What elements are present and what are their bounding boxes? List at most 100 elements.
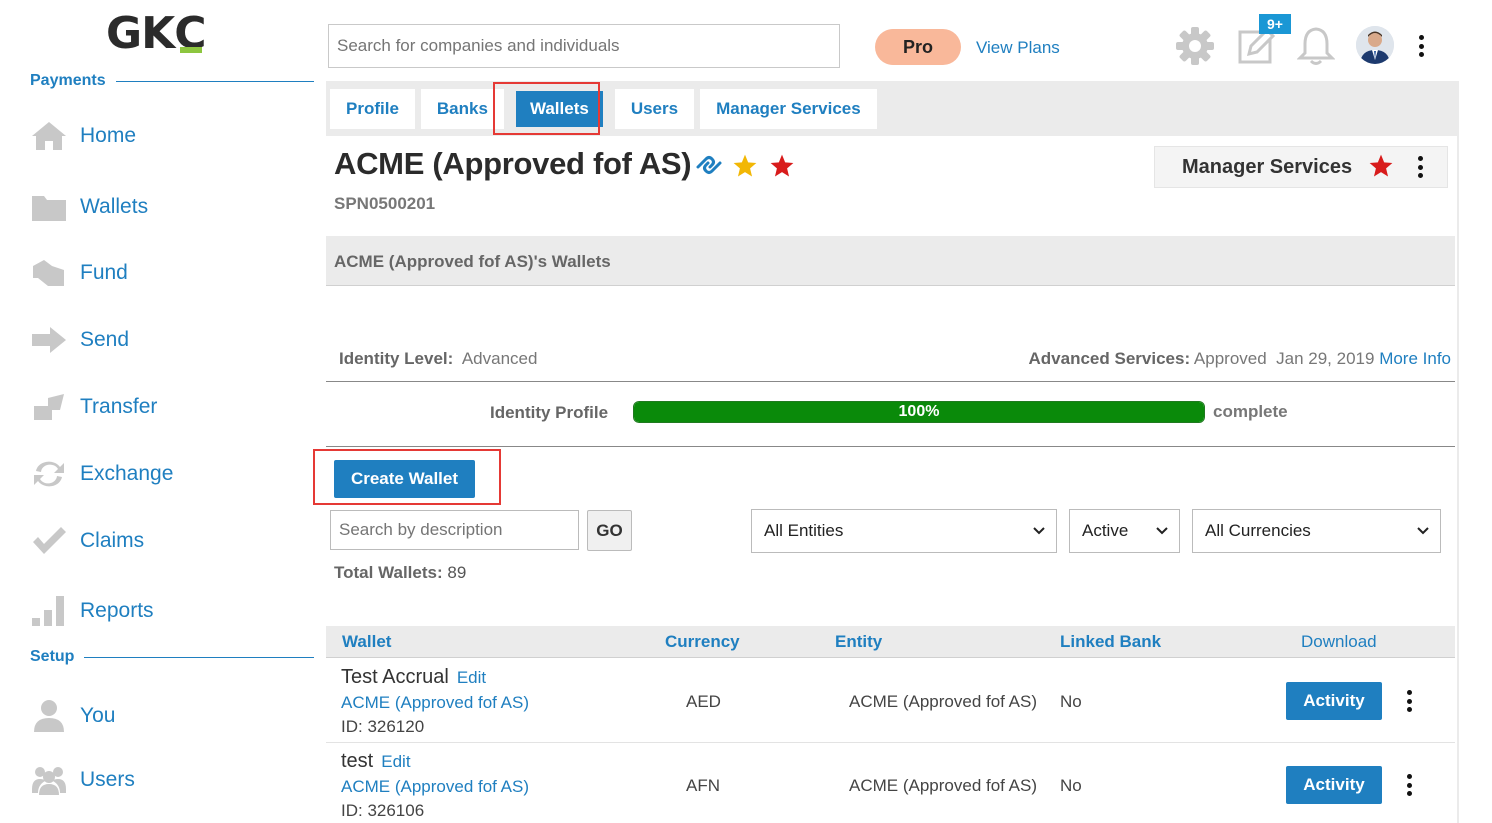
user-icon — [30, 697, 68, 735]
edit-link[interactable]: Edit — [381, 752, 410, 771]
manager-services-box: Manager Services — [1154, 146, 1448, 188]
wallet-name: test — [341, 750, 374, 772]
column-header-linked-bank[interactable]: Linked Bank — [1060, 632, 1161, 652]
sidebar-item-wallets[interactable]: Wallets — [30, 187, 148, 227]
advanced-services: Advanced Services: Approved Jan 29, 2019… — [1029, 349, 1451, 369]
chevron-down-icon — [1416, 523, 1430, 543]
status-select-value: Active — [1082, 521, 1129, 540]
chevron-down-icon — [1032, 523, 1046, 543]
entity-cell: ACME (Approved fof AS) — [849, 692, 1038, 711]
entities-select[interactable]: All Entities — [751, 509, 1057, 553]
check-icon — [30, 522, 68, 560]
setup-label: Setup — [30, 648, 75, 665]
notification-badge: 9+ — [1259, 14, 1291, 34]
identity-progress-fill: 100% — [634, 402, 1204, 422]
column-header-entity[interactable]: Entity — [835, 632, 882, 652]
tab-bar: Profile Banks Wallets Users Manager Serv… — [330, 89, 877, 129]
sidebar-item-label: Claims — [80, 529, 145, 552]
row-menu-kebab-icon[interactable] — [1404, 690, 1414, 712]
tab-profile[interactable]: Profile — [330, 89, 415, 129]
status-select[interactable]: Active — [1069, 509, 1180, 553]
users-icon — [30, 761, 68, 799]
setup-section-header: Setup — [30, 648, 314, 666]
description-search-input[interactable] — [330, 510, 579, 550]
activity-button[interactable]: Activity — [1286, 766, 1382, 804]
row-menu-kebab-icon[interactable] — [1404, 774, 1414, 796]
create-wallet-highlight — [313, 449, 501, 505]
table-header — [326, 626, 1455, 658]
link-icon[interactable] — [695, 153, 723, 182]
wallet-id: ID: 326106 — [341, 801, 425, 820]
sidebar-item-transfer[interactable]: Transfer — [30, 387, 157, 427]
advanced-services-date: Jan 29, 2019 — [1276, 349, 1375, 368]
tab-users[interactable]: Users — [614, 89, 695, 129]
download-link[interactable]: Download — [1301, 632, 1377, 652]
company-search-input[interactable] — [328, 24, 840, 68]
total-wallets-label: Total Wallets: — [334, 563, 443, 582]
sidebar-item-label: Users — [80, 768, 135, 791]
wallets-tab-highlight — [493, 82, 600, 135]
avatar[interactable] — [1356, 26, 1394, 64]
home-icon — [30, 117, 68, 155]
more-info-link[interactable]: More Info — [1379, 349, 1451, 368]
fund-icon — [30, 254, 68, 292]
wallet-name-cell: Test Accrual Edit — [341, 666, 486, 689]
sidebar-item-label: Home — [80, 124, 137, 147]
sidebar-item-label: Send — [80, 328, 130, 351]
tab-manager-services[interactable]: Manager Services — [700, 89, 877, 129]
go-button[interactable]: GO — [587, 510, 632, 551]
chevron-down-icon — [1155, 523, 1169, 543]
identity-level: Identity Level: Advanced — [339, 349, 537, 369]
pro-button[interactable]: Pro — [875, 29, 961, 65]
currencies-select-value: All Currencies — [1205, 521, 1311, 540]
bell-icon[interactable] — [1296, 26, 1336, 71]
wallets-section-header: ACME (Approved fof AS)'s Wallets — [326, 236, 1455, 286]
entity-cell: ACME (Approved fof AS) — [849, 776, 1038, 795]
sidebar-item-home[interactable]: Home — [30, 116, 136, 156]
wallet-name: Test Accrual — [341, 666, 449, 688]
payments-label: Payments — [30, 72, 106, 89]
sidebar-item-send[interactable]: Send — [30, 320, 129, 360]
divider — [115, 80, 314, 82]
sidebar: GKC Payments Home Wallets Fund Send Tran… — [0, 0, 320, 823]
tab-banks[interactable]: Banks — [420, 89, 504, 129]
sidebar-item-you[interactable]: You — [30, 696, 115, 736]
linked-bank-cell: No — [1060, 776, 1082, 795]
currency-cell: AFN — [686, 776, 720, 795]
manager-services-kebab-icon[interactable] — [1415, 156, 1425, 178]
total-wallets-value: 89 — [447, 563, 467, 582]
sidebar-item-label: Wallets — [80, 195, 149, 218]
sidebar-item-claims[interactable]: Claims — [30, 521, 144, 561]
gkc-logo[interactable]: GKC — [106, 8, 207, 59]
wallets-section-title: ACME (Approved fof AS)'s Wallets — [334, 252, 611, 271]
arrow-right-icon — [30, 321, 68, 359]
red-star-icon[interactable] — [769, 153, 795, 184]
entity-title: ACME (Approved fof AS) — [334, 146, 692, 182]
wallet-entity-link[interactable]: ACME (Approved fof AS) — [341, 777, 529, 797]
column-header-currency[interactable]: Currency — [665, 632, 740, 652]
advanced-services-label: Advanced Services: — [1028, 349, 1191, 368]
entities-select-value: All Entities — [764, 521, 844, 540]
currencies-select[interactable]: All Currencies — [1192, 509, 1441, 553]
edit-link[interactable]: Edit — [457, 668, 486, 687]
identity-level-value: Advanced — [461, 349, 538, 368]
identity-level-label: Identity Level: — [339, 349, 454, 368]
sidebar-item-reports[interactable]: Reports — [30, 591, 154, 631]
manager-services-label: Manager Services — [1182, 156, 1353, 178]
bar-chart-icon — [30, 592, 68, 630]
sidebar-item-label: Transfer — [80, 395, 158, 418]
gold-star-icon[interactable] — [732, 153, 758, 184]
gear-icon[interactable] — [1175, 26, 1215, 71]
top-menu-kebab-icon[interactable] — [1416, 35, 1426, 57]
exchange-icon — [30, 455, 68, 493]
column-header-wallet[interactable]: Wallet — [342, 632, 391, 652]
wallet-entity-link[interactable]: ACME (Approved fof AS) — [341, 693, 529, 713]
sidebar-item-users[interactable]: Users — [30, 760, 135, 800]
wallet-id: ID: 326120 — [341, 717, 425, 736]
sidebar-item-fund[interactable]: Fund — [30, 253, 128, 293]
sidebar-item-exchange[interactable]: Exchange — [30, 454, 173, 494]
currency-cell: AED — [686, 692, 721, 711]
view-plans-link[interactable]: View Plans — [976, 38, 1060, 58]
sidebar-item-label: Reports — [80, 599, 154, 622]
activity-button[interactable]: Activity — [1286, 682, 1382, 720]
